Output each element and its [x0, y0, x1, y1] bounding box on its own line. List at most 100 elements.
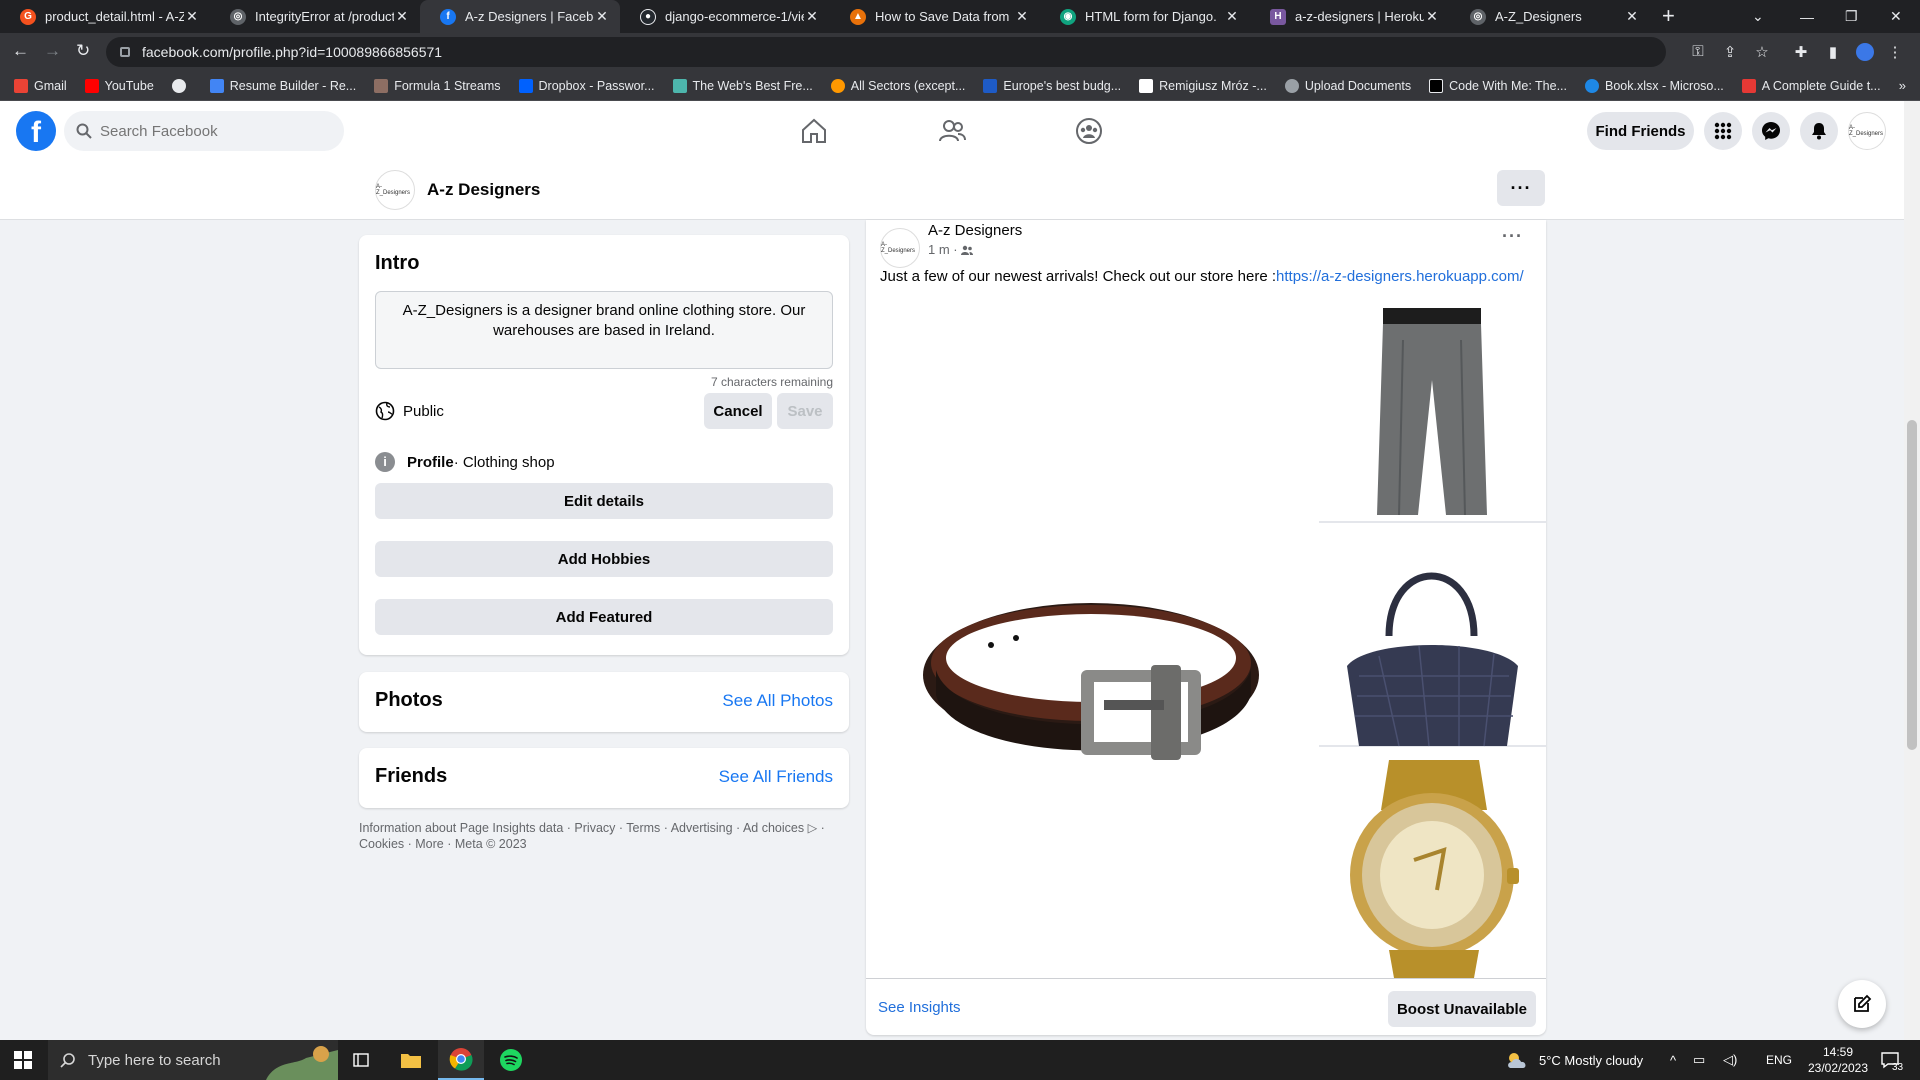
- scrollbar-thumb[interactable]: [1907, 420, 1917, 750]
- edit-details-button[interactable]: Edit details: [375, 483, 833, 519]
- close-tab-icon[interactable]: ✕: [1014, 8, 1030, 25]
- see-all-photos-link[interactable]: See All Photos: [722, 691, 833, 711]
- browser-tab[interactable]: ▲ How to Save Data from HT ✕: [830, 0, 1040, 33]
- task-view-icon[interactable]: [338, 1040, 384, 1080]
- restore-icon[interactable]: ❐: [1845, 0, 1858, 33]
- close-tab-icon[interactable]: ✕: [1624, 8, 1640, 25]
- tray-chevron-icon[interactable]: ^: [1670, 1040, 1676, 1080]
- bookmark-gmail[interactable]: Gmail: [14, 78, 67, 93]
- windows-start-icon[interactable]: [14, 1051, 32, 1069]
- side-panel-icon[interactable]: ▮: [1824, 43, 1842, 61]
- home-icon[interactable]: [800, 117, 828, 145]
- page-more-options-button[interactable]: ···: [1497, 170, 1545, 206]
- bookmark-code-with-me[interactable]: Code With Me: The...: [1429, 78, 1567, 93]
- notification-center-icon[interactable]: 33: [1880, 1040, 1903, 1080]
- bookmark-europe-budget[interactable]: Europe's best budg...: [983, 78, 1121, 93]
- extensions-puzzle-icon[interactable]: ✚: [1792, 43, 1810, 61]
- store-link[interactable]: https://a-z-designers.herokuapp.com/: [1276, 268, 1524, 285]
- new-message-compose-button[interactable]: [1838, 980, 1886, 1028]
- close-tab-icon[interactable]: ✕: [1224, 8, 1240, 25]
- reload-icon[interactable]: ↻: [76, 41, 90, 61]
- browser-tab[interactable]: G product_detail.html - A-Z_ ✕: [0, 0, 210, 33]
- bookmark-remigiusz[interactable]: Remigiusz Mróz -...: [1139, 78, 1267, 93]
- close-tab-icon[interactable]: ✕: [1424, 8, 1440, 25]
- page-avatar[interactable]: A-Z_Designers: [375, 170, 415, 210]
- account-avatar[interactable]: A-Z_Designers: [1848, 112, 1886, 150]
- browser-tab[interactable]: H a-z-designers | Heroku ✕: [1250, 0, 1450, 33]
- taskbar-clock[interactable]: 14:59 23/02/2023: [1803, 1044, 1873, 1076]
- browser-tab[interactable]: ● django-ecommerce-1/view ✕: [620, 0, 830, 33]
- browser-tab[interactable]: ◎ IntegrityError at /products ✕: [210, 0, 420, 33]
- network-icon[interactable]: ▭: [1693, 1040, 1705, 1080]
- friends-icon[interactable]: [938, 117, 966, 145]
- facebook-search-input[interactable]: [100, 122, 320, 140]
- browser-tab-active[interactable]: f A-z Designers | Facebook ✕: [420, 0, 620, 33]
- post-timestamp[interactable]: 1 m ·: [928, 242, 973, 257]
- post-author-name[interactable]: A-z Designers: [928, 222, 1022, 239]
- share-icon[interactable]: ⇪: [1721, 43, 1739, 61]
- forward-arrow-icon[interactable]: →: [44, 41, 61, 61]
- bio-textarea[interactable]: A-Z_Designers is a designer brand online…: [375, 291, 833, 369]
- watch-photo[interactable]: [1319, 750, 1546, 978]
- new-tab-plus-icon[interactable]: +: [1662, 5, 1675, 27]
- save-button[interactable]: Save: [777, 393, 833, 429]
- back-arrow-icon[interactable]: ←: [12, 41, 29, 61]
- kebab-menu-icon[interactable]: ⋮: [1886, 43, 1904, 61]
- trousers-photo[interactable]: [1319, 300, 1546, 523]
- profile-avatar-icon[interactable]: [1856, 43, 1874, 61]
- facebook-logo-icon[interactable]: f: [16, 111, 56, 151]
- see-all-friends-link[interactable]: See All Friends: [719, 767, 833, 787]
- post-author-avatar[interactable]: A-Z_Designers: [880, 228, 920, 268]
- footer-line-1[interactable]: Information about Page Insights data · P…: [359, 820, 849, 836]
- bookmark-complete-guide[interactable]: A Complete Guide t...: [1741, 78, 1881, 93]
- belt-photo[interactable]: [866, 300, 1316, 977]
- bookmark-youtube[interactable]: YouTube: [84, 78, 154, 93]
- bookmark-dropbox[interactable]: Dropbox - Passwor...: [518, 78, 655, 93]
- volume-icon[interactable]: ◁): [1723, 1040, 1737, 1080]
- bookmark-book-xlsx[interactable]: Book.xlsx - Microso...: [1585, 78, 1724, 93]
- minimize-icon[interactable]: —: [1800, 0, 1814, 33]
- taskbar-search[interactable]: Type here to search: [48, 1040, 338, 1080]
- page-title[interactable]: A-z Designers: [427, 180, 540, 200]
- language-indicator[interactable]: ENG: [1766, 1040, 1792, 1080]
- notifications-bell-icon[interactable]: [1800, 112, 1838, 150]
- bookmark-webs-best[interactable]: The Web's Best Fre...: [672, 78, 813, 93]
- add-hobbies-button[interactable]: Add Hobbies: [375, 541, 833, 577]
- browser-tab[interactable]: ◉ HTML form for Django. ✕: [1040, 0, 1250, 33]
- address-bar[interactable]: facebook.com/profile.php?id=100089866856…: [106, 37, 1666, 67]
- footer-line-2[interactable]: Cookies · More · Meta © 2023: [359, 836, 849, 852]
- key-icon[interactable]: ⚿: [1689, 43, 1707, 61]
- bookmarks-overflow-icon[interactable]: »: [1899, 78, 1906, 93]
- bookmark-resume-builder[interactable]: Resume Builder - Re...: [209, 78, 356, 93]
- audience-selector[interactable]: Public: [375, 401, 444, 421]
- weather-widget[interactable]: 5°C Mostly cloudy: [1505, 1040, 1643, 1080]
- close-tab-icon[interactable]: ✕: [394, 8, 410, 25]
- file-explorer-icon[interactable]: [388, 1040, 434, 1080]
- close-tab-icon[interactable]: ✕: [594, 8, 610, 25]
- menu-grid-icon[interactable]: [1704, 112, 1742, 150]
- post-more-options-icon[interactable]: ···: [1502, 226, 1523, 247]
- add-featured-button[interactable]: Add Featured: [375, 599, 833, 635]
- close-tab-icon[interactable]: ✕: [804, 8, 820, 25]
- page-footer-links[interactable]: Information about Page Insights data · P…: [359, 820, 849, 852]
- tab-search-chevron-icon[interactable]: ⌄: [1752, 0, 1764, 33]
- browser-tab[interactable]: ◎ A-Z_Designers ✕: [1450, 0, 1650, 33]
- facebook-search[interactable]: [64, 111, 344, 151]
- chrome-taskbar-icon[interactable]: [438, 1040, 484, 1080]
- find-friends-button[interactable]: Find Friends: [1587, 112, 1694, 150]
- boost-unavailable-button[interactable]: Boost Unavailable: [1388, 991, 1536, 1027]
- github-icon: [171, 78, 186, 93]
- close-window-icon[interactable]: ✕: [1890, 0, 1902, 33]
- cancel-button[interactable]: Cancel: [704, 393, 772, 429]
- groups-icon[interactable]: [1075, 117, 1103, 145]
- see-insights-link[interactable]: See Insights: [878, 999, 961, 1016]
- messenger-icon[interactable]: [1752, 112, 1790, 150]
- bookmark-f1-streams[interactable]: Formula 1 Streams: [374, 78, 501, 93]
- bookmark-github[interactable]: [171, 78, 192, 93]
- handbag-photo[interactable]: [1319, 526, 1546, 747]
- bookmark-star-icon[interactable]: ☆: [1753, 43, 1771, 61]
- bookmark-upload-docs[interactable]: Upload Documents: [1284, 78, 1411, 93]
- bookmark-all-sectors[interactable]: All Sectors (except...: [830, 78, 965, 93]
- spotify-icon[interactable]: [488, 1040, 534, 1080]
- close-tab-icon[interactable]: ✕: [184, 8, 200, 25]
